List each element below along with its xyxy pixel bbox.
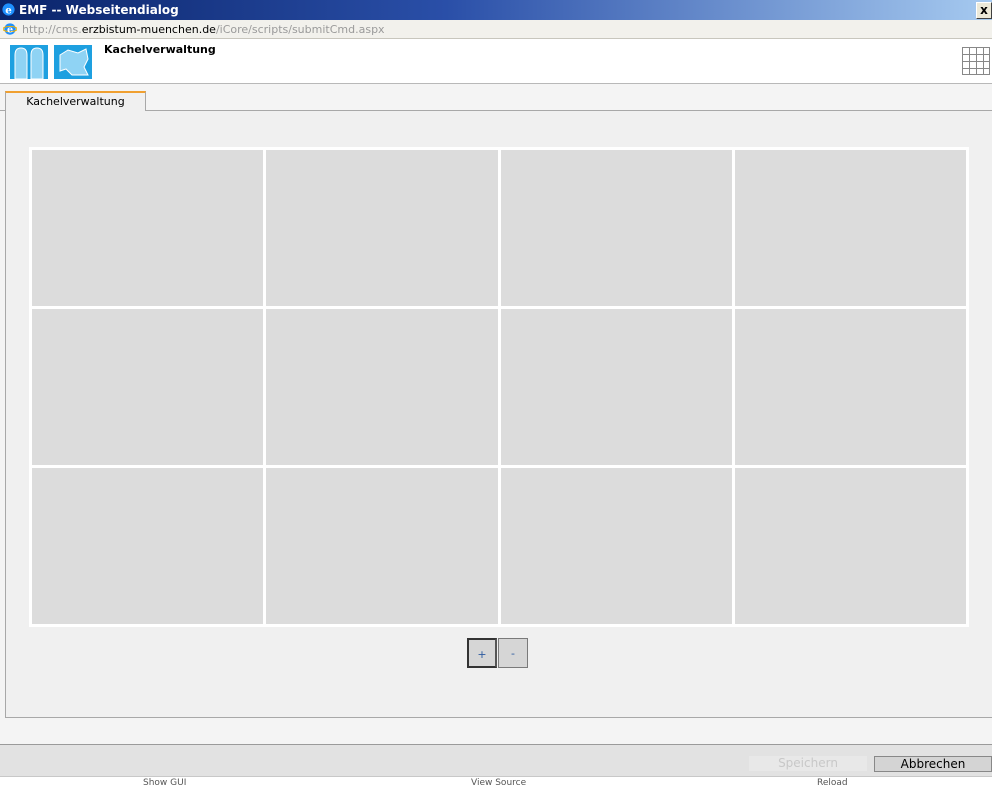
tile[interactable] xyxy=(734,309,966,465)
close-button[interactable]: x xyxy=(976,2,992,19)
window-title: EMF -- Webseitendialog xyxy=(19,3,179,17)
tile[interactable] xyxy=(734,468,966,624)
show-gui-link[interactable]: Show GUI xyxy=(143,778,186,788)
address-url: http://cms.erzbistum-muenchen.de/iCore/s… xyxy=(22,23,385,36)
internet-explorer-icon: e xyxy=(3,23,17,36)
cancel-button[interactable]: Abbrechen xyxy=(874,756,992,772)
internet-explorer-icon: e xyxy=(2,3,15,16)
tile[interactable] xyxy=(32,468,264,624)
dialog-header: Kachelverwaltung xyxy=(0,39,992,84)
tile[interactable] xyxy=(32,309,264,465)
tile[interactable] xyxy=(500,150,732,306)
add-tile-row-button[interactable]: + xyxy=(467,638,497,668)
tile[interactable] xyxy=(266,150,498,306)
svg-text:e: e xyxy=(7,25,13,36)
tile[interactable] xyxy=(500,309,732,465)
svg-text:e: e xyxy=(5,4,12,16)
tile[interactable] xyxy=(266,309,498,465)
tile[interactable] xyxy=(734,150,966,306)
tab-strip: Kachelverwaltung xyxy=(0,84,992,111)
church-windows-logo xyxy=(10,45,92,79)
remove-tile-row-button[interactable]: - xyxy=(498,638,528,668)
page-title: Kachelverwaltung xyxy=(104,43,216,56)
address-bar: e http://cms.erzbistum-muenchen.de/iCore… xyxy=(0,20,992,39)
status-bar: Show GUI View Source Reload xyxy=(0,776,992,790)
tile-grid-icon[interactable] xyxy=(962,47,990,75)
tile[interactable] xyxy=(266,468,498,624)
save-button[interactable]: Speichern xyxy=(749,756,867,771)
view-source-link[interactable]: View Source xyxy=(471,778,526,788)
reload-link[interactable]: Reload xyxy=(817,778,848,788)
dialog-footer: Speichern Abbrechen xyxy=(0,744,992,777)
tile-grid xyxy=(29,147,969,627)
tab-kachelverwaltung[interactable]: Kachelverwaltung xyxy=(5,91,146,111)
window-titlebar: e EMF -- Webseitendialog x xyxy=(0,0,992,20)
tile[interactable] xyxy=(500,468,732,624)
tile[interactable] xyxy=(32,150,264,306)
